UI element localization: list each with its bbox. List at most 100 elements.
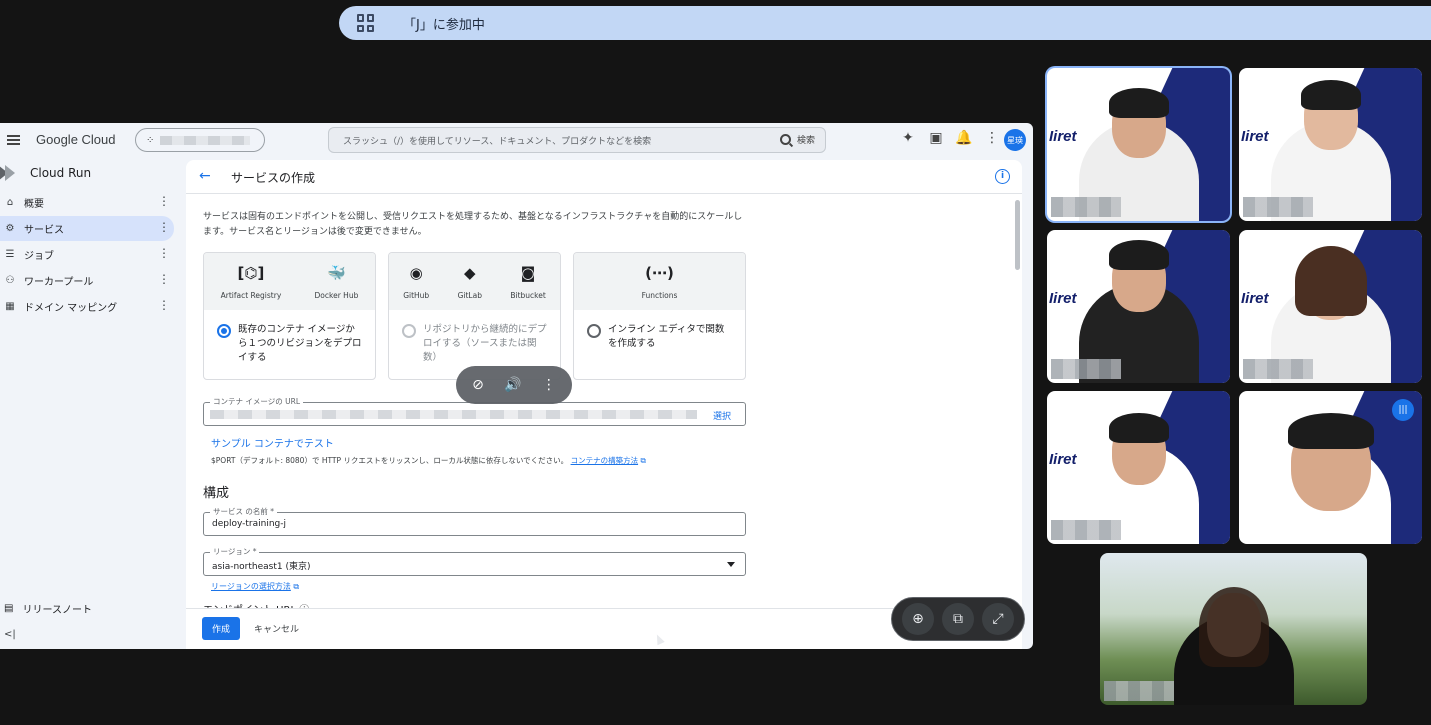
cancel-button[interactable]: キャンセル [254, 622, 299, 635]
sidebar-item-domain-mappings[interactable]: ▦ ドメイン マッピング ⋮ [0, 294, 180, 319]
participant-hair [1108, 413, 1169, 443]
card-icons: (⋯) Functions [574, 253, 745, 310]
build-container-link[interactable]: コンテナの構築方法 [571, 456, 639, 465]
sidebar-item-overview[interactable]: ⌂ 概要 ⋮ [0, 190, 180, 215]
participant-tile[interactable] [1100, 553, 1367, 705]
sidebar-item-worker-pools[interactable]: ⚇ ワーカープール ⋮ [0, 268, 180, 293]
github-icon: ◉ [409, 264, 423, 282]
participant-tile[interactable]: Iiret [1047, 230, 1230, 383]
services-icon: ⚙ [5, 223, 15, 234]
create-button[interactable]: 作成 [202, 617, 240, 640]
create-service-panel: ← サービスの作成 i サービスは固有のエンドポイントを公開し、受信リクエストを… [186, 160, 1022, 649]
deploy-option-card-functions[interactable]: (⋯) Functions インライン エディタで関数を作成する [573, 252, 746, 380]
radio-selected[interactable] [217, 324, 231, 338]
region-select[interactable]: リージョン * asia-northeast1 (東京) [203, 546, 746, 576]
fullscreen-icon[interactable]: ⤢ [982, 603, 1014, 635]
external-link-icon: ⧉ [293, 582, 300, 591]
release-notes-icon: ▤ [4, 603, 14, 614]
sidebar-item-services[interactable]: ⚙ サービス ⋮ [0, 216, 174, 241]
deploy-option-card-image[interactable]: [⌬] Artifact Registry 🐳 Docker Hub 既存のコンテナ… [203, 252, 376, 380]
gemini-icon[interactable]: ✦ [894, 130, 922, 146]
container-image-url-field[interactable]: コンテナ イメージの URL 選択 [203, 396, 746, 426]
console-topbar: Google Cloud ⁘ スラッシュ（/）を使用してリソース、ドキュメント、… [0, 123, 1033, 157]
speaking-indicator-icon: ||| [1392, 399, 1414, 421]
participant-tile[interactable]: Iiret [1047, 391, 1230, 544]
port-note-line: $PORT（デフォルト: 8080）で HTTP リクエストをリッスンし、ローカ… [211, 455, 646, 466]
option-text: インライン エディタで関数を作成する [608, 324, 725, 349]
menu-icon[interactable] [7, 135, 20, 145]
scrollbar[interactable] [1015, 200, 1020, 270]
more-vert-icon[interactable]: ⋮ [158, 195, 170, 207]
meeting-banner[interactable]: 「J」に参加中 [339, 6, 1431, 40]
participant-hair [1108, 88, 1169, 118]
service-name-field[interactable]: サービス の名前 * deploy-training-j [203, 506, 746, 536]
banner-text: 「J」に参加中 [403, 17, 485, 33]
card-icons: ◉ GitHub ◆ GitLab ◙ Bitbucket [389, 253, 560, 310]
select-button[interactable]: 選択 [713, 409, 731, 422]
participant-tile[interactable]: ||| [1239, 391, 1422, 544]
participant-name-redacted [1243, 359, 1313, 379]
more-vert-icon[interactable]: ⋮ [542, 377, 556, 393]
search-placeholder: スラッシュ（/）を使用してリソース、ドキュメント、プロダクトなどを検索 [343, 136, 652, 147]
background-logo: Iiret [1049, 290, 1077, 307]
sample-container-link[interactable]: サンプル コンテナでテスト [211, 435, 334, 450]
release-notes-link[interactable]: ▤ リリースノート [4, 601, 92, 616]
search-input[interactable]: スラッシュ（/）を使用してリソース、ドキュメント、プロダクトなどを検索 検索 [328, 127, 826, 153]
more-vert-icon[interactable]: ⋮ [158, 273, 170, 285]
more-vert-icon[interactable]: ⋮ [158, 247, 170, 259]
service-name-value: deploy-training-j [212, 519, 286, 529]
info-icon[interactable]: i [995, 169, 1010, 184]
region-help-link[interactable]: リージョンの選択方法 [211, 582, 291, 591]
participant-tile[interactable]: Iiret [1239, 68, 1422, 221]
image-url-redacted [210, 410, 697, 419]
sidebar-item-label: サービス [24, 225, 64, 236]
functions-icon: (⋯) [645, 264, 674, 282]
popout-icon[interactable]: ⧉ [942, 603, 974, 635]
field-label: サービス の名前 * [210, 506, 278, 517]
icon-label: Functions [641, 291, 678, 300]
volume-icon[interactable]: 🔊 [504, 377, 521, 393]
participant-hair [1198, 587, 1269, 667]
list-icon: ☰ [5, 249, 15, 260]
cloud-shell-icon[interactable]: ▣ [922, 130, 950, 146]
card-option[interactable]: 既存のコンテナ イメージから１つのリビジョンをデプロイする [204, 310, 375, 365]
more-vert-icon[interactable]: ⋮ [158, 299, 170, 311]
zoom-in-icon[interactable]: ⊕ [902, 603, 934, 635]
product-title: Cloud Run [30, 166, 92, 180]
project-picker[interactable]: ⁘ [135, 128, 265, 152]
unpin-icon[interactable]: ⊘ [472, 377, 484, 393]
cloud-run-icon [0, 163, 18, 183]
top-icons: ✦ ▣ 🔔 ⋮ [894, 130, 1006, 146]
avatar[interactable]: 星瑛 [1004, 129, 1026, 151]
radio-unselected[interactable] [587, 324, 601, 338]
participant-tile[interactable]: Iiret [1047, 68, 1230, 221]
card-option[interactable]: リポジトリから継続的にデプロイする（ソースまたは関数） [389, 310, 560, 365]
google-cloud-logo[interactable]: Google Cloud [36, 132, 116, 147]
participant-tile[interactable]: Iiret [1239, 230, 1422, 383]
search-button[interactable]: 検索 [779, 133, 815, 146]
sidebar-item-label: ワーカープール [24, 277, 94, 288]
github-tile: ◉ GitHub [403, 264, 429, 300]
icon-label: GitHub [403, 291, 430, 300]
grid-view-icon [357, 14, 375, 32]
card-option[interactable]: インライン エディタで関数を作成する [574, 310, 745, 351]
docker-icon: 🐳 [327, 264, 346, 282]
more-vert-icon[interactable]: ⋮ [978, 130, 1006, 146]
deploy-option-card-repo[interactable]: ◉ GitHub ◆ GitLab ◙ Bitbucket リポジトリから継続的にデプ… [388, 252, 561, 380]
collapse-nav-icon[interactable]: <| [4, 629, 16, 640]
participant-name-redacted [1051, 359, 1121, 379]
icon-label: GitLab [457, 291, 482, 300]
artifact-registry-tile: [⌬] Artifact Registry [221, 264, 282, 300]
back-arrow-icon[interactable]: ← [199, 168, 211, 184]
sidebar-item-jobs[interactable]: ☰ ジョブ ⋮ [0, 242, 180, 267]
participant-name-redacted [1104, 681, 1174, 701]
background-logo: Iiret [1049, 451, 1077, 468]
icon-label: Artifact Registry [220, 291, 282, 300]
port-note: $PORT（デフォルト: 8080）で HTTP リクエストをリッスンし、ローカ… [211, 456, 569, 465]
left-nav: Cloud Run ⌂ 概要 ⋮ ⚙ サービス ⋮ ☰ ジョブ ⋮ ⚇ ワーカー… [0, 157, 180, 649]
radio-disabled[interactable] [402, 324, 416, 338]
sidebar-item-label: ドメイン マッピング [24, 303, 118, 314]
notifications-icon[interactable]: 🔔 [950, 130, 978, 146]
page-title: サービスの作成 [231, 171, 316, 185]
more-vert-icon[interactable]: ⋮ [158, 221, 170, 233]
